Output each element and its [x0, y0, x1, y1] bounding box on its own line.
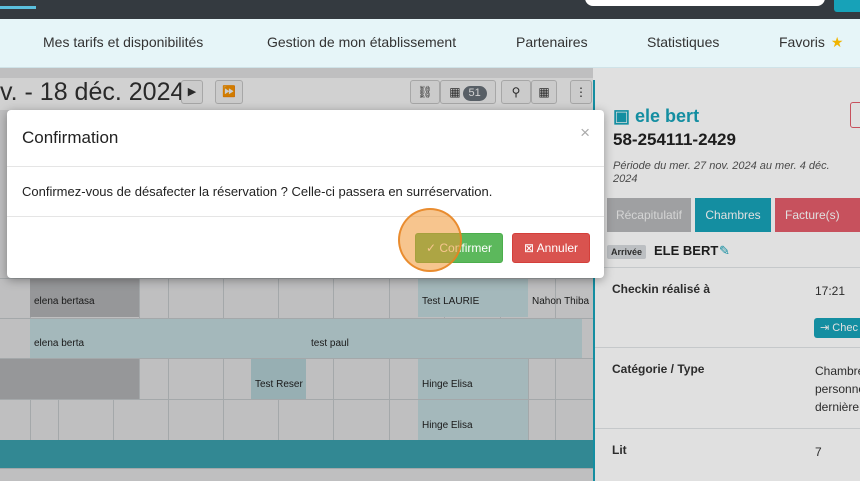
search-button[interactable] — [834, 0, 860, 12]
menu-item-gestion[interactable]: Gestion de mon établissement — [267, 34, 456, 50]
menu-item-favoris[interactable]: Favoris ★ — [779, 34, 843, 51]
modal-title: Confirmation — [22, 128, 119, 147]
confirm-button-label: Confirmer — [439, 241, 493, 255]
confirmation-modal: Confirmation × Confirmez-vous de désafec… — [7, 110, 604, 278]
main-menu: Mes tarifs et disponibilités Gestion de … — [0, 19, 860, 68]
modal-divider — [7, 216, 604, 217]
search-input[interactable] — [585, 0, 825, 6]
cancel-button-label: Annuler — [536, 241, 579, 255]
menu-item-partenaires[interactable]: Partenaires — [516, 34, 588, 50]
close-box-icon: ⊠ — [523, 241, 534, 255]
cancel-button[interactable]: ⊠ Annuler — [512, 233, 590, 263]
modal-divider — [7, 166, 604, 167]
check-icon: ✓ — [425, 241, 437, 255]
star-icon: ★ — [830, 34, 844, 50]
favoris-label: Favoris — [779, 34, 825, 50]
menu-item-statistiques[interactable]: Statistiques — [647, 34, 719, 50]
close-icon[interactable]: × — [580, 123, 590, 143]
panel-backdrop — [593, 68, 860, 481]
top-navbar — [0, 0, 860, 19]
modal-message: Confirmez-vous de désafecter la réservat… — [22, 184, 493, 199]
active-nav-underline — [0, 6, 36, 9]
menu-item-tarifs[interactable]: Mes tarifs et disponibilités — [43, 34, 203, 50]
confirm-button[interactable]: ✓ Confirmer — [415, 233, 503, 263]
